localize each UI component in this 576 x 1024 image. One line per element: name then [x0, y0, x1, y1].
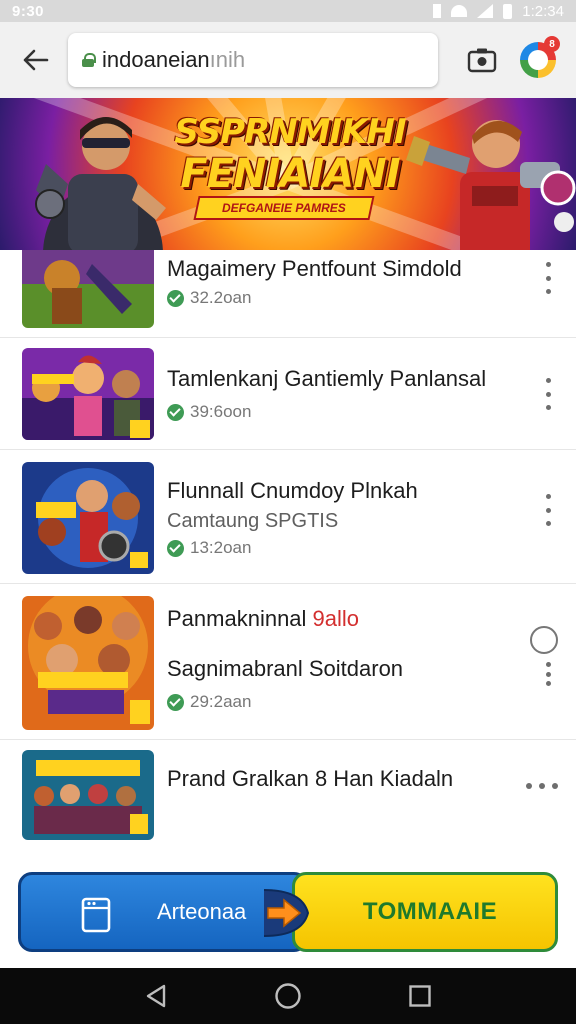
browser-toolbar: indoaneianınih 8 — [0, 22, 576, 98]
banner-title: SSPRNMIKHI FENIAIANI — [174, 112, 406, 197]
item-meta: 32.2oan — [167, 288, 251, 308]
status-bar: 9:30 1:2:34 — [0, 0, 576, 22]
game-thumbnail — [22, 462, 154, 574]
more-options-icon[interactable] — [538, 378, 558, 410]
list-item[interactable]: Magaimery Pentfount Simdold 32.2oan — [0, 250, 576, 338]
banner-ribbon: DEFGANEIE PAMRES — [193, 196, 375, 220]
secondary-action-button[interactable]: TOMMAAIE — [292, 872, 558, 952]
status-left-text: 9:30 — [12, 2, 45, 20]
status-icons: 1:2:34 — [433, 3, 564, 20]
item-subtitle: Sagnimabranl Soitdaron — [167, 656, 404, 681]
battery-icon — [503, 3, 513, 19]
signal-icon — [477, 4, 494, 18]
item-meta: 29:2aan — [167, 692, 251, 712]
game-list: Magaimery Pentfount Simdold 32.2oan Taml… — [0, 250, 576, 850]
select-radio[interactable] — [530, 626, 558, 654]
game-thumbnail — [22, 750, 154, 840]
washing-machine-icon — [81, 897, 111, 933]
notification-badge: 8 — [544, 36, 560, 52]
item-title: Prand Gralkan 8 Han Kiadaln — [167, 766, 454, 791]
url-text: indoaneianınih — [102, 47, 246, 72]
system-nav-bar — [0, 968, 576, 1024]
item-meta: 39:6oon — [167, 402, 251, 422]
item-title: Flunnall Cnumdoy Plnkah — [167, 478, 418, 503]
nav-back-icon[interactable] — [141, 981, 171, 1011]
verified-check-icon — [167, 539, 184, 557]
camera-icon[interactable] — [464, 42, 500, 78]
item-subtitle: Camtaung SPGTIS — [167, 510, 339, 532]
address-bar[interactable]: indoaneianınih — [68, 33, 438, 87]
item-meta: 13:2oan — [167, 538, 251, 558]
secondary-action-label: TOMMAAIE — [362, 898, 498, 925]
list-item[interactable]: Tamlenkanj Gantiemly Panlansal 39:6oon — [0, 338, 576, 450]
more-options-icon[interactable] — [538, 262, 558, 294]
lock-icon — [82, 53, 96, 67]
more-options-icon[interactable] — [538, 494, 558, 526]
wifi-icon — [451, 5, 468, 17]
list-item[interactable]: Flunnall Cnumdoy Plnkah Camtaung SPGTIS … — [0, 450, 576, 584]
primary-action-label: Arteonaa — [157, 899, 247, 924]
nav-home-icon[interactable] — [273, 981, 303, 1011]
back-arrow-icon[interactable] — [14, 38, 58, 82]
list-item[interactable]: Panmakninnal 9allo Sagnimabranl Soitdaro… — [0, 584, 576, 740]
verified-check-icon — [167, 693, 184, 711]
action-bar: Arteonaa TOMMAAIE — [0, 852, 576, 968]
game-thumbnail — [22, 348, 154, 440]
list-item[interactable]: Prand Gralkan 8 Han Kiadaln — [0, 740, 576, 850]
bluetooth-icon — [433, 4, 442, 18]
arrow-right-icon — [263, 889, 310, 937]
verified-check-icon — [167, 403, 184, 421]
item-title: Panmakninnal 9allo — [167, 606, 360, 631]
promo-banner[interactable]: SSPRNMIKHI FENIAIANI DEFGANEIE PAMRES — [0, 98, 576, 250]
more-options-icon[interactable] — [526, 782, 558, 790]
item-title: Magaimery Pentfount Simdold — [167, 256, 462, 281]
status-time: 1:2:34 — [522, 2, 564, 20]
item-title: Tamlenkanj Gantiemly Panlansal — [167, 366, 487, 391]
profile-avatar[interactable]: 8 — [520, 36, 560, 78]
game-thumbnail — [22, 596, 154, 730]
verified-check-icon — [167, 289, 184, 307]
more-options-icon[interactable] — [538, 662, 558, 686]
game-thumbnail — [22, 250, 154, 328]
nav-recents-icon[interactable] — [405, 981, 435, 1011]
